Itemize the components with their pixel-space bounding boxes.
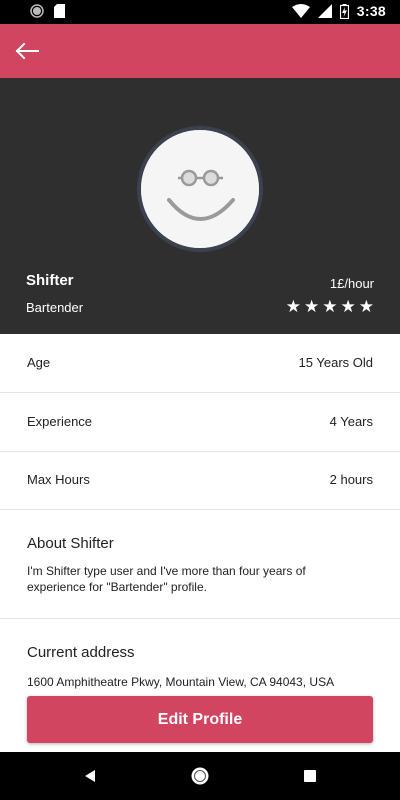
detail-label: Experience bbox=[27, 414, 93, 429]
star-icon: ★ bbox=[285, 297, 301, 316]
about-text: I'm Shifter type user and I've more than… bbox=[27, 564, 306, 594]
smiley-glasses-icon bbox=[141, 130, 259, 248]
recents-square-icon bbox=[304, 770, 316, 782]
wifi-icon bbox=[291, 4, 310, 18]
back-triangle-icon bbox=[85, 770, 95, 782]
app-bar bbox=[0, 24, 400, 78]
nav-home-button[interactable] bbox=[188, 764, 212, 788]
address-title: Current address bbox=[27, 644, 135, 661]
star-icon: ★ bbox=[340, 297, 356, 316]
detail-row-max-hours: Max Hours 2 hours bbox=[0, 451, 400, 510]
edit-profile-button[interactable]: Edit Profile bbox=[27, 696, 373, 743]
detail-label: Age bbox=[27, 355, 51, 370]
star-icon: ★ bbox=[322, 297, 338, 316]
detail-value: 4 Years bbox=[329, 414, 373, 429]
avatar bbox=[137, 126, 263, 252]
nav-recents-button[interactable] bbox=[298, 764, 322, 788]
detail-row-experience: Experience 4 Years bbox=[0, 393, 400, 452]
battery-charging-icon bbox=[339, 3, 349, 19]
star-icon: ★ bbox=[304, 297, 320, 316]
about-title: About Shifter bbox=[27, 535, 114, 552]
star-icon: ★ bbox=[358, 297, 374, 316]
status-right-icons: 3:38 bbox=[291, 3, 386, 19]
status-time: 3:38 bbox=[356, 3, 386, 19]
detail-label: Max Hours bbox=[27, 472, 90, 487]
status-bar: 3:38 bbox=[0, 0, 400, 24]
star-rating: ★ ★ ★ ★ ★ bbox=[286, 298, 374, 315]
sd-card-icon bbox=[54, 4, 65, 18]
nav-back-button[interactable] bbox=[78, 764, 102, 788]
profile-role: Bartender bbox=[26, 300, 84, 315]
detail-value: 15 Years Old bbox=[298, 355, 373, 370]
detail-value: 2 hours bbox=[329, 472, 373, 487]
arrow-left-icon bbox=[15, 42, 39, 60]
detail-row-age: Age 15 Years Old bbox=[0, 334, 400, 393]
home-circle-icon bbox=[191, 767, 209, 785]
system-nav-bar bbox=[0, 752, 400, 800]
address-section: Current address 1600 Amphitheatre Pkwy, … bbox=[0, 620, 400, 690]
signal-icon bbox=[317, 4, 332, 18]
address-text: 1600 Amphitheatre Pkwy, Mountain View, C… bbox=[27, 675, 335, 689]
about-section: About Shifter I'm Shifter type user and … bbox=[0, 510, 400, 619]
status-left-icons bbox=[30, 4, 65, 18]
profile-rate: 1£/hour bbox=[329, 276, 374, 291]
profile-header: Shifter Bartender 1£/hour ★ ★ ★ ★ ★ bbox=[0, 78, 400, 334]
profile-name: Shifter bbox=[26, 272, 74, 289]
record-icon bbox=[30, 4, 44, 18]
back-button[interactable] bbox=[8, 33, 46, 69]
